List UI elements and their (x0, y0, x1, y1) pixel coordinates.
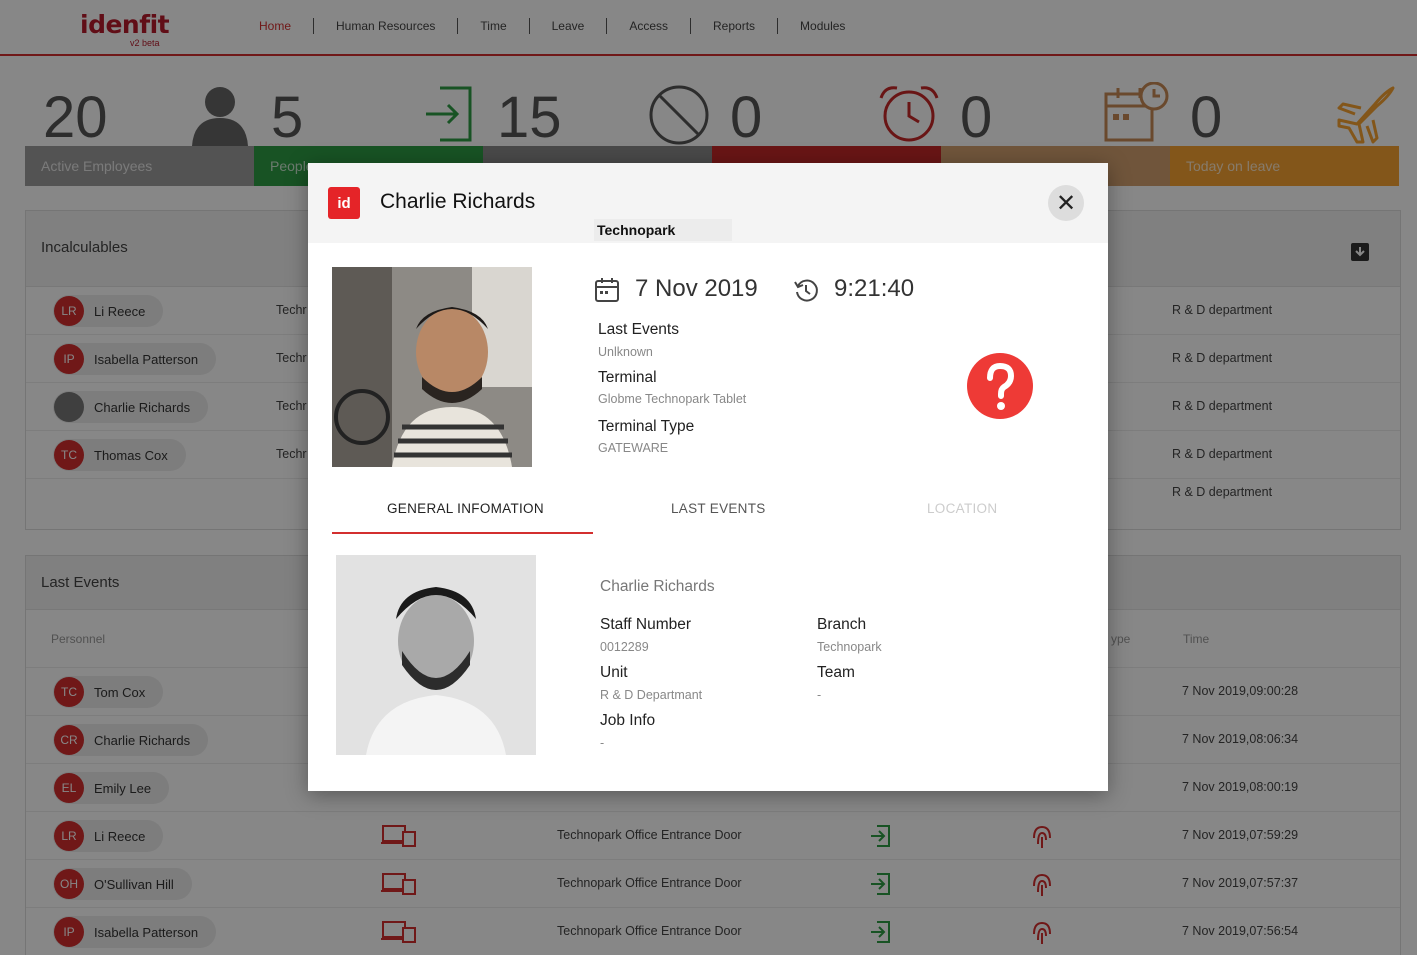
event-time: 9:21:40 (834, 275, 915, 302)
team-label: Team (817, 664, 855, 681)
event-photo-image (332, 267, 532, 467)
branch-value: Technopark (817, 640, 882, 654)
tab-location[interactable]: LOCATION (927, 501, 997, 516)
unit-value: R & D Departmant (600, 688, 703, 702)
calendar-icon (595, 278, 619, 302)
branch-tag: Technopark (594, 219, 732, 241)
profile-photo-image (336, 555, 536, 755)
event-photo (332, 267, 532, 467)
profile-full-name: Charlie Richards (600, 578, 715, 595)
staff-number-value: 0012289 (600, 640, 649, 654)
close-icon: ✕ (1055, 189, 1077, 217)
terminal-type-label: Terminal Type (598, 418, 695, 435)
modal-header: id Charlie Richards Technopark ✕ (308, 163, 1108, 243)
tab-last-events[interactable]: LAST EVENTS (671, 501, 766, 516)
staff-number-label: Staff Number (600, 616, 692, 633)
tab-general-information[interactable]: GENERAL INFOMATION (387, 501, 544, 516)
job-info-label: Job Info (600, 712, 656, 729)
job-info-value: - (600, 736, 605, 750)
profile-photo (336, 555, 536, 755)
terminal-value: Globme Technopark Tablet (598, 392, 747, 406)
question-icon (967, 353, 1033, 419)
last-events-label: Last Events (598, 321, 679, 338)
active-tab-indicator (332, 532, 593, 534)
unit-label: Unit (600, 664, 628, 681)
event-date: 7 Nov 2019 (635, 275, 758, 302)
close-button[interactable]: ✕ (1048, 185, 1084, 221)
modal-logo: id (328, 187, 360, 219)
terminal-label: Terminal (598, 369, 657, 386)
employee-modal: id Charlie Richards Technopark ✕ 7 Nov 2… (308, 163, 1108, 791)
terminal-type-value: GATEWARE (598, 441, 669, 455)
last-events-value: Unlknown (598, 345, 653, 359)
modal-title: Charlie Richards (380, 190, 536, 213)
team-value: - (817, 688, 822, 702)
branch-label: Branch (817, 616, 867, 633)
history-clock-icon (794, 279, 818, 302)
